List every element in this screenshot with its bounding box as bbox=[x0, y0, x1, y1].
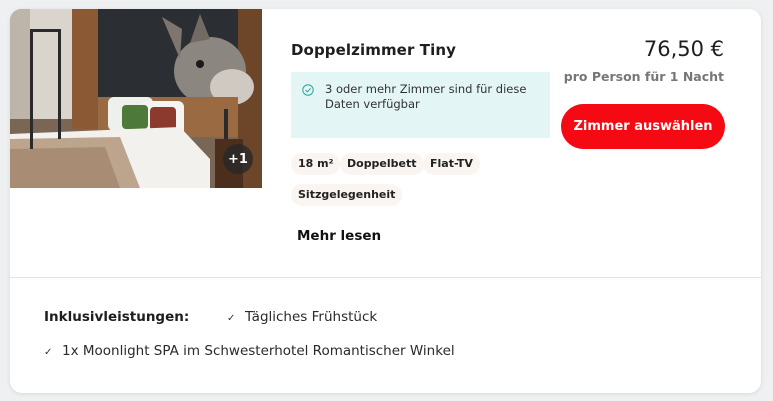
inclusion-item: ✓ 1x Moonlight SPA im Schwesterhotel Roma… bbox=[44, 343, 455, 359]
feature-chip: 18 m² bbox=[291, 153, 341, 175]
feature-chip: Doppelbett bbox=[340, 153, 424, 175]
select-room-button[interactable]: Zimmer auswählen bbox=[561, 104, 725, 149]
room-price: 76,50 € bbox=[643, 37, 724, 61]
check-circle-icon bbox=[302, 84, 314, 96]
room-photo[interactable]: +1 bbox=[10, 9, 262, 188]
inclusion-item-label: 1x Moonlight SPA im Schwesterhotel Roman… bbox=[62, 343, 455, 359]
availability-text: 3 oder mehr Zimmer sind für diese Daten … bbox=[325, 82, 527, 111]
checkmark-icon: ✓ bbox=[227, 313, 236, 324]
inclusions-label: Inklusivleistungen: bbox=[44, 309, 190, 325]
more-photos-badge[interactable]: +1 bbox=[223, 144, 253, 174]
room-card: +1 Doppelzimmer Tiny 3 oder mehr Zimmer … bbox=[10, 9, 761, 393]
inclusion-item: ✓ Tägliches Frühstück bbox=[227, 309, 377, 325]
checkmark-icon: ✓ bbox=[44, 347, 53, 358]
read-more-link[interactable]: Mehr lesen bbox=[297, 228, 381, 244]
availability-notice: 3 oder mehr Zimmer sind für diese Daten … bbox=[291, 72, 550, 138]
feature-chip: Sitzgelegenheit bbox=[291, 184, 403, 206]
feature-chip: Flat-TV bbox=[423, 153, 480, 175]
divider bbox=[10, 277, 761, 278]
inclusion-item-label: Tägliches Frühstück bbox=[245, 309, 378, 325]
price-note: pro Person für 1 Nacht bbox=[563, 69, 724, 84]
room-title: Doppelzimmer Tiny bbox=[291, 41, 457, 59]
